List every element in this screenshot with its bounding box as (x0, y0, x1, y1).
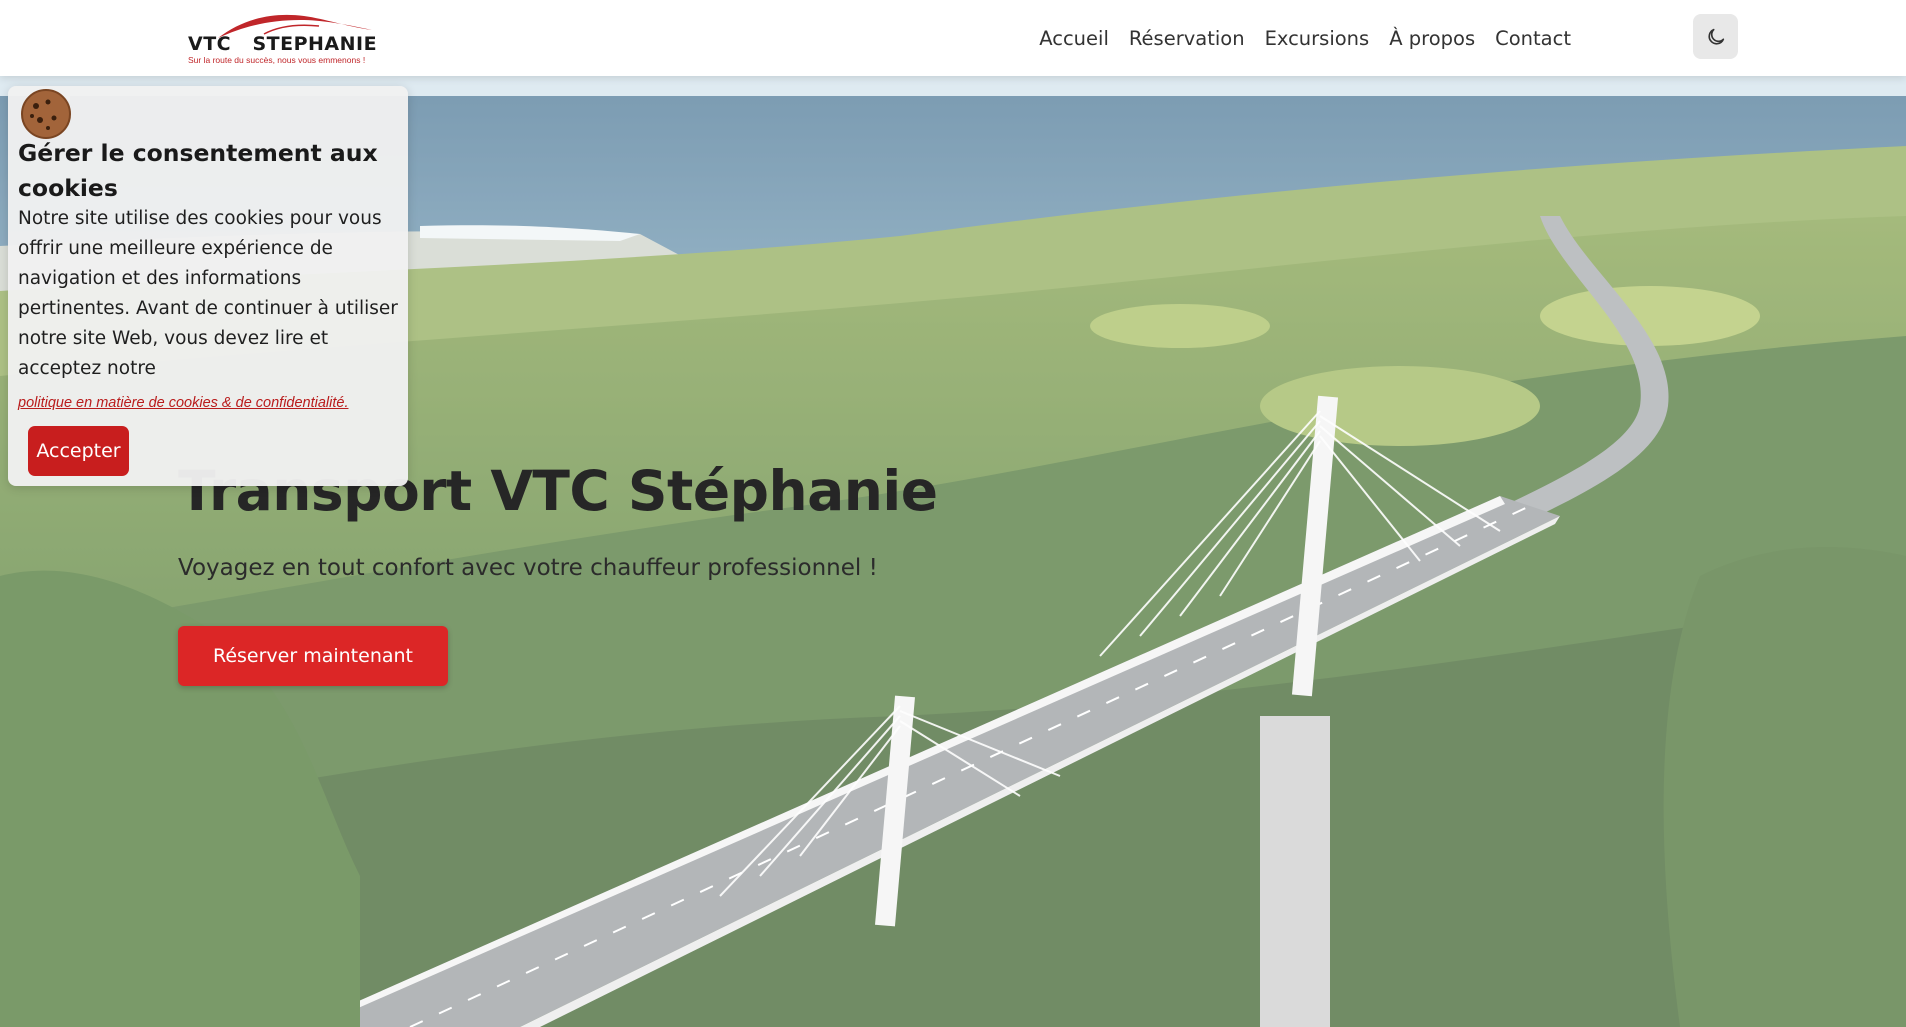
logo-wordmark: VTC STEPHANIE (188, 33, 378, 55)
theme-toggle-button[interactable] (1693, 14, 1738, 59)
cookie-consent-panel: Gérer le consentement aux cookies Notre … (8, 86, 408, 486)
cookie-policy-link[interactable]: politique en matière de cookies & de con… (18, 395, 348, 411)
nav-link-excursions[interactable]: Excursions (1255, 27, 1380, 50)
nav-link-accueil[interactable]: Accueil (1029, 27, 1119, 50)
main-nav: Accueil Réservation Excursions À propos … (1029, 0, 1581, 76)
logo-tagline: Sur la route du succès, nous vous emmeno… (188, 55, 366, 65)
moon-icon (1707, 28, 1724, 45)
accept-cookies-button[interactable]: Accepter (28, 426, 129, 476)
hero-subtitle: Voyagez en tout confort avec votre chauf… (178, 555, 878, 581)
book-now-button[interactable]: Réserver maintenant (178, 626, 448, 686)
cookie-icon (21, 89, 71, 139)
nav-link-a-propos[interactable]: À propos (1379, 27, 1485, 50)
cookie-title: Gérer le consentement aux cookies (18, 139, 378, 202)
site-logo[interactable]: VTC STEPHANIE Sur la route du succès, no… (186, 10, 378, 66)
nav-link-contact[interactable]: Contact (1485, 27, 1581, 50)
navbar: VTC STEPHANIE Sur la route du succès, no… (0, 0, 1906, 76)
cookie-description: Notre site utilise des cookies pour vous… (18, 208, 398, 379)
nav-link-reservation[interactable]: Réservation (1119, 27, 1255, 50)
